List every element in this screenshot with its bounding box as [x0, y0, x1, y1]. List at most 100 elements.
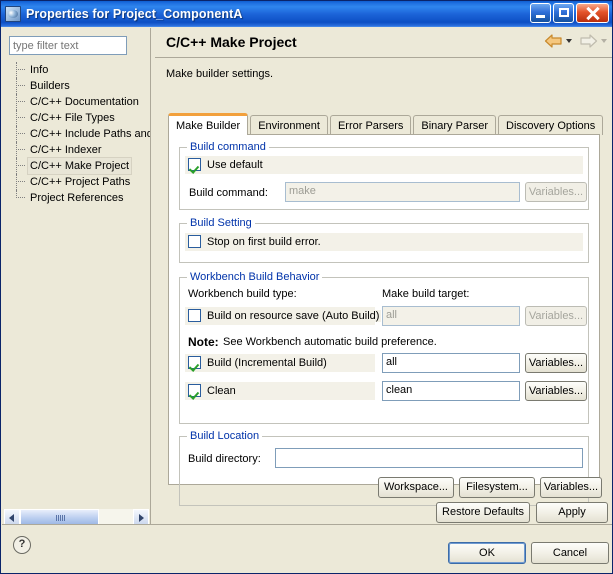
forward-arrow-icon	[579, 33, 598, 49]
tab-error-parsers[interactable]: Error Parsers	[330, 115, 411, 135]
scroll-left-arrow-icon[interactable]	[4, 509, 20, 525]
back-dropdown-icon[interactable]	[566, 39, 572, 43]
tree-item-label: C/C++ Project Paths	[28, 174, 132, 190]
stop-on-first-build-error-checkbox[interactable]	[188, 235, 201, 248]
tab-label: Environment	[258, 120, 320, 132]
tree-item-label: C/C++ Indexer	[28, 142, 104, 158]
tree-item-info[interactable]: Info	[2, 62, 150, 78]
scroll-right-arrow-icon[interactable]	[133, 509, 149, 525]
group-legend: Build Setting	[187, 217, 255, 229]
note-prefix: Note:	[188, 335, 219, 349]
apply-bar: Restore Defaults Apply	[155, 497, 613, 527]
clean-checkbox[interactable]	[188, 384, 201, 397]
note-text: See Workbench automatic build preference…	[223, 336, 437, 348]
minimize-button[interactable]	[530, 3, 551, 23]
scrollbar-track[interactable]	[20, 509, 133, 525]
group-build-command: Build command Use default Build command:…	[179, 147, 589, 210]
tree-item-label: C/C++ Documentation	[28, 94, 141, 110]
tab-make-builder[interactable]: Make Builder	[168, 113, 248, 135]
window-controls	[530, 3, 609, 23]
group-legend: Workbench Build Behavior	[187, 271, 322, 283]
incremental-build-variables-button[interactable]: Variables...	[525, 353, 587, 373]
incremental-build-checkbox[interactable]	[188, 356, 201, 369]
tree-horizontal-scrollbar[interactable]	[4, 509, 149, 525]
stop-on-first-build-error-label: Stop on first build error.	[205, 236, 323, 248]
group-legend: Build Location	[187, 430, 262, 442]
settings-page: C/C++ Make Project Make builder settings…	[155, 28, 613, 497]
tab-label: Binary Parser	[421, 120, 488, 132]
page-header: C/C++ Make Project	[155, 28, 613, 58]
tree-item-cpp-file-types[interactable]: C/C++ File Types	[2, 110, 150, 126]
tree-item-label: C/C++ Make Project	[27, 157, 132, 175]
clean-label: Clean	[205, 385, 238, 397]
workspace-button[interactable]: Workspace...	[378, 477, 454, 498]
build-command-label: Build command:	[189, 187, 268, 199]
make-build-target-label: Make build target:	[382, 288, 469, 300]
tab-label: Error Parsers	[338, 120, 403, 132]
page-description: Make builder settings.	[166, 68, 273, 80]
maximize-icon	[559, 8, 569, 17]
incremental-build-target-input[interactable]: all	[382, 353, 520, 373]
tab-discovery-options[interactable]: Discovery Options	[498, 115, 603, 135]
clean-target-input[interactable]: clean	[382, 381, 520, 401]
maximize-button[interactable]	[553, 3, 574, 23]
tree-item-cpp-documentation[interactable]: C/C++ Documentation	[2, 94, 150, 110]
build-command-variables-button[interactable]: Variables...	[525, 182, 587, 202]
scrollbar-thumb[interactable]	[20, 509, 99, 525]
tree-item-label: C/C++ Include Paths and	[28, 126, 150, 142]
filter-input[interactable]	[9, 36, 127, 55]
settings-tree[interactable]: Info Builders C/C++ Documentation C/C++ …	[2, 62, 150, 502]
app-icon	[5, 6, 21, 22]
dialog-footer: ? OK Cancel	[2, 524, 613, 574]
group-build-location: Build Location Build directory: Workspac…	[179, 436, 589, 506]
tree-item-label: Project References	[28, 190, 126, 206]
group-build-setting: Build Setting Stop on first build error.	[179, 223, 589, 263]
incremental-build-label: Build (Incremental Build)	[205, 357, 329, 369]
close-button[interactable]	[576, 3, 609, 23]
tree-item-project-references[interactable]: Project References	[2, 190, 150, 206]
tab-binary-parser[interactable]: Binary Parser	[413, 115, 496, 135]
auto-build-checkbox[interactable]	[188, 309, 201, 322]
cancel-button[interactable]: Cancel	[531, 542, 609, 564]
build-command-input[interactable]: make	[285, 182, 520, 202]
properties-dialog: Properties for Project_ComponentA Info B…	[0, 0, 613, 574]
tab-environment[interactable]: Environment	[250, 115, 328, 135]
tree-item-label: C/C++ File Types	[28, 110, 117, 126]
tree-item-cpp-indexer[interactable]: C/C++ Indexer	[2, 142, 150, 158]
help-icon[interactable]: ?	[13, 536, 31, 554]
auto-build-variables-button[interactable]: Variables...	[525, 306, 587, 326]
tab-label: Make Builder	[176, 120, 240, 132]
restore-defaults-button[interactable]: Restore Defaults	[436, 502, 530, 523]
clean-variables-button[interactable]: Variables...	[525, 381, 587, 401]
build-location-variables-button[interactable]: Variables...	[540, 477, 602, 498]
tree-item-label: Info	[28, 62, 50, 78]
group-workbench-build-behavior: Workbench Build Behavior Workbench build…	[179, 277, 589, 424]
tree-item-label: Builders	[28, 78, 72, 94]
tree-item-cpp-make-project[interactable]: C/C++ Make Project	[2, 158, 150, 174]
auto-build-target-input[interactable]: all	[382, 306, 520, 326]
back-arrow-icon[interactable]	[544, 33, 563, 49]
build-directory-label: Build directory:	[188, 453, 261, 465]
sidebar: Info Builders C/C++ Documentation C/C++ …	[2, 28, 150, 524]
use-default-label: Use default	[205, 159, 265, 171]
window-title: Properties for Project_ComponentA	[26, 7, 243, 21]
apply-button[interactable]: Apply	[536, 502, 608, 523]
build-directory-input[interactable]	[275, 448, 583, 468]
group-legend: Build command	[187, 141, 269, 153]
workbench-build-type-label: Workbench build type:	[188, 288, 297, 300]
use-default-checkbox[interactable]	[188, 158, 201, 171]
navigation-arrows	[544, 33, 607, 49]
tree-item-cpp-include-paths[interactable]: C/C++ Include Paths and	[2, 126, 150, 142]
tree-item-cpp-project-paths[interactable]: C/C++ Project Paths	[2, 174, 150, 190]
tab-content-make-builder: Build command Use default Build command:…	[168, 134, 600, 485]
page-title: C/C++ Make Project	[166, 34, 297, 50]
ok-button[interactable]: OK	[448, 542, 526, 564]
tab-bar: Make Builder Environment Error Parsers B…	[168, 113, 605, 135]
title-bar: Properties for Project_ComponentA	[1, 1, 612, 27]
forward-dropdown-icon	[601, 39, 607, 43]
tab-label: Discovery Options	[506, 120, 595, 132]
auto-build-label: Build on resource save (Auto Build)	[205, 310, 381, 322]
filesystem-button[interactable]: Filesystem...	[459, 477, 535, 498]
tree-item-builders[interactable]: Builders	[2, 78, 150, 94]
minimize-icon	[536, 15, 545, 18]
